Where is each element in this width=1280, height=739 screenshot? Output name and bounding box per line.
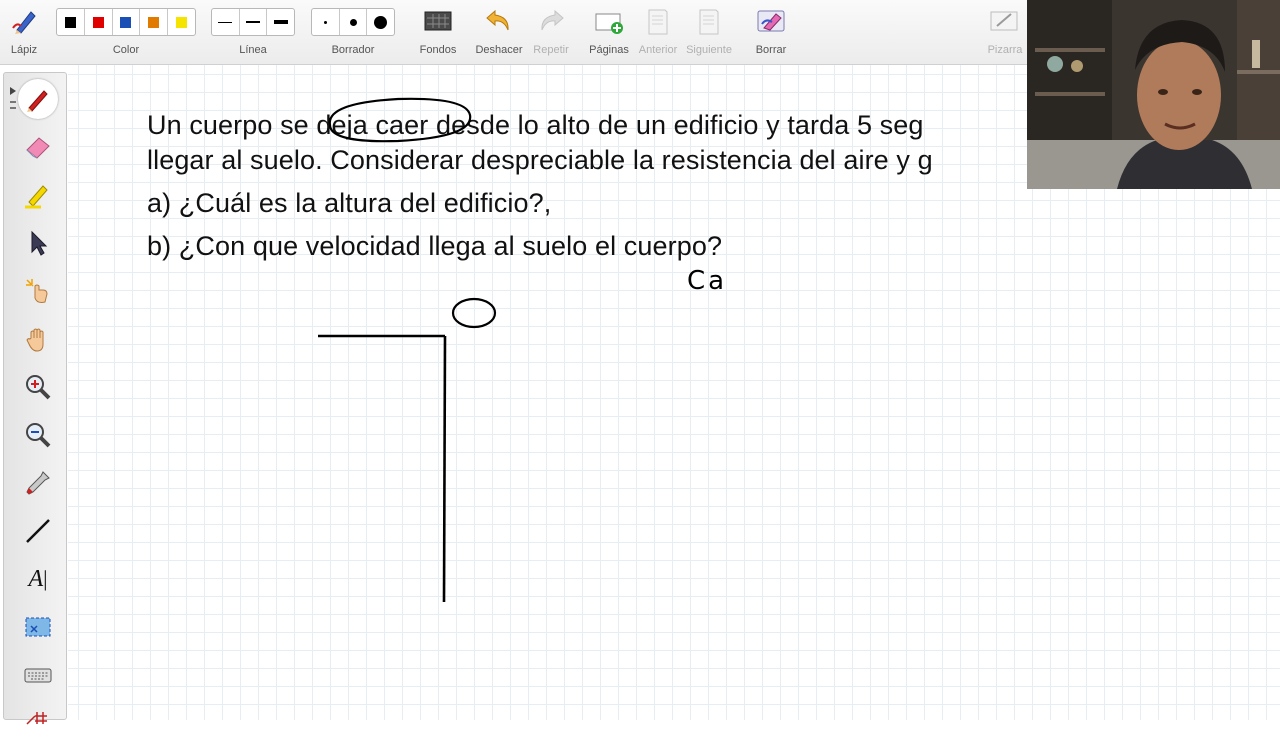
color-black[interactable]	[57, 9, 85, 35]
line-icon	[26, 519, 50, 543]
line-width-selector	[211, 8, 295, 36]
color-swatch	[120, 16, 132, 28]
tool-eyedropper[interactable]	[18, 463, 58, 503]
line-thin[interactable]	[212, 9, 240, 35]
backgrounds-button[interactable]: Fondos	[416, 0, 460, 64]
clear-board-icon	[757, 10, 785, 32]
eraser-medium[interactable]	[340, 9, 368, 35]
pencil-button[interactable]: Lápiz	[4, 0, 44, 64]
backgrounds-label: Fondos	[419, 44, 457, 56]
laser-pointer-icon	[26, 279, 48, 303]
eraser-small[interactable]	[312, 9, 340, 35]
redo-icon	[541, 9, 564, 31]
highlighter-icon	[25, 185, 48, 209]
redo-button[interactable]: Repetir	[528, 0, 574, 64]
color-group: Color	[56, 0, 196, 64]
color-palette	[56, 8, 196, 36]
pages-label: Páginas	[589, 44, 629, 56]
next-page-icon	[699, 9, 719, 35]
eraser-group: Borrador	[311, 0, 395, 64]
hand-pan-icon	[26, 328, 44, 352]
tool-text[interactable]: A|	[18, 559, 58, 599]
keyboard-icon	[24, 668, 52, 683]
board-icon	[990, 11, 1018, 31]
tool-laser-pointer[interactable]	[18, 271, 58, 311]
presenter-video	[1027, 0, 1280, 189]
board-label: Pizarra	[987, 44, 1023, 56]
clear-button[interactable]: Borrar	[750, 0, 792, 64]
previous-page-icon	[648, 9, 668, 35]
line-group: Línea	[211, 0, 295, 64]
line-medium[interactable]	[240, 9, 268, 35]
text-icon: A|	[28, 566, 47, 593]
backgrounds-icon	[424, 11, 452, 31]
redo-label: Repetir	[533, 44, 569, 56]
tool-grid[interactable]	[18, 699, 58, 739]
ink-circle-annotation	[328, 97, 472, 143]
next-page-button[interactable]: Siguiente	[684, 0, 734, 64]
webcam-overlay	[1027, 0, 1280, 189]
tool-palette: A|	[3, 72, 67, 725]
add-page-icon	[595, 13, 623, 34]
eyedropper-icon	[26, 471, 50, 495]
tool-screenshot[interactable]	[18, 607, 58, 647]
tool-pencil[interactable]	[18, 79, 58, 119]
line-thick[interactable]	[267, 9, 294, 35]
color-swatch	[64, 16, 76, 28]
undo-button[interactable]: Deshacer	[474, 0, 524, 64]
previous-label: Anterior	[638, 44, 678, 56]
tool-highlighter[interactable]	[18, 175, 58, 215]
previous-page-button[interactable]: Anterior	[635, 0, 681, 64]
zoom-in-icon	[26, 375, 51, 400]
color-blue[interactable]	[113, 9, 141, 35]
color-swatch	[176, 16, 188, 28]
eraser-size-selector	[311, 8, 395, 36]
eraser-dot	[349, 18, 357, 26]
color-swatch	[148, 16, 160, 28]
line-sample	[273, 20, 288, 24]
pages-button[interactable]: Páginas	[586, 0, 632, 64]
eraser-large[interactable]	[367, 9, 394, 35]
tool-zoom-out[interactable]	[18, 415, 58, 455]
tool-line[interactable]	[18, 511, 58, 551]
screenshot-icon	[25, 617, 51, 637]
tool-select[interactable]	[18, 223, 58, 263]
color-red[interactable]	[85, 9, 113, 35]
undo-icon	[486, 9, 509, 31]
text-cursor: |	[43, 565, 48, 591]
line-label: Línea	[239, 44, 267, 56]
color-orange[interactable]	[140, 9, 169, 35]
grid-icon	[26, 712, 47, 725]
ink-falling-body	[451, 297, 497, 329]
clear-label: Borrar	[755, 44, 787, 56]
pencil-label: Lápiz	[10, 44, 38, 56]
undo-label: Deshacer	[475, 44, 523, 56]
ink-building-wall	[442, 335, 447, 603]
line-sample	[246, 21, 260, 23]
eraser-icon	[26, 137, 50, 159]
tool-eraser[interactable]	[18, 127, 58, 167]
board-button[interactable]: Pizarra	[984, 0, 1026, 64]
palette-collapse-icon[interactable]	[8, 85, 18, 121]
tool-keyboard[interactable]	[18, 655, 58, 695]
color-yellow[interactable]	[168, 9, 195, 35]
handwritten-note: Ca	[687, 266, 728, 296]
zoom-out-icon	[26, 423, 51, 448]
eraser-label: Borrador	[331, 44, 375, 56]
pointer-icon	[31, 230, 48, 256]
eraser-dot	[323, 20, 327, 24]
eraser-dot	[374, 15, 388, 29]
pencil-icon	[12, 11, 36, 34]
line-sample	[218, 21, 233, 23]
tool-zoom-in[interactable]	[18, 367, 58, 407]
pencil-icon	[27, 90, 48, 112]
color-swatch	[92, 16, 104, 28]
next-label: Siguiente	[686, 44, 732, 56]
tool-pan[interactable]	[18, 319, 58, 359]
text-tool-glyph: A	[28, 565, 44, 592]
color-label: Color	[112, 44, 140, 56]
